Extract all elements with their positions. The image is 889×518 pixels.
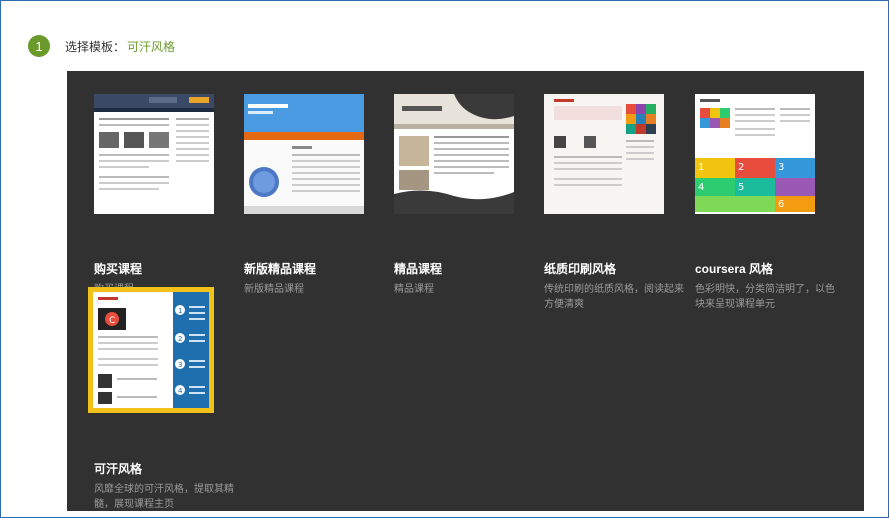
- template-title[interactable]: 精品课程: [394, 260, 442, 277]
- template-thumbnail[interactable]: C 1 2 3 4: [93, 292, 209, 408]
- template-description: 风靡全球的可汗风格，提取其精髓，展现课程主页: [94, 484, 234, 510]
- svg-text:6: 6: [778, 199, 784, 210]
- template-thumbnail[interactable]: [544, 94, 664, 214]
- svg-text:3: 3: [178, 361, 182, 369]
- template-description: 传统印刷的纸质风格，阅读起来方便清爽: [544, 284, 684, 310]
- step-label: 选择模板：: [65, 39, 126, 54]
- template-description: 色彩明快，分类简洁明了，以色块来呈现课程单元: [695, 284, 835, 310]
- svg-text:5: 5: [738, 182, 744, 193]
- svg-text:1: 1: [698, 162, 704, 173]
- svg-text:C: C: [109, 316, 115, 326]
- template-title[interactable]: 新版精品课程: [244, 260, 316, 277]
- template-thumbnail[interactable]: [394, 94, 514, 214]
- svg-text:2: 2: [178, 335, 182, 343]
- svg-text:2: 2: [738, 162, 744, 173]
- step-number-badge: 1: [28, 35, 50, 57]
- template-selection-panel: 1 选择模板： 可汗风格 购买课程 购买课程 新版精品课程 新版精品课程 精品课…: [0, 0, 889, 518]
- template-description: 精品课程: [394, 284, 434, 295]
- template-thumbnail[interactable]: [244, 94, 364, 214]
- template-description: 新版精品课程: [244, 284, 304, 295]
- svg-text:4: 4: [178, 387, 183, 395]
- step-header: 1 选择模板： 可汗风格: [28, 35, 175, 57]
- selected-template-name: 可汗风格: [127, 39, 176, 54]
- template-thumbnail[interactable]: [94, 94, 214, 214]
- template-gallery: 购买课程 购买课程 新版精品课程 新版精品课程 精品课程 精品课程 纸质印刷风格…: [67, 71, 864, 511]
- template-title[interactable]: 纸质印刷风格: [544, 260, 616, 277]
- svg-text:1: 1: [178, 307, 182, 315]
- svg-text:3: 3: [778, 162, 784, 173]
- template-title[interactable]: 购买课程: [94, 260, 142, 277]
- template-title[interactable]: 可汗风格: [94, 460, 142, 477]
- template-title[interactable]: coursera 风格: [695, 260, 773, 277]
- template-thumbnail[interactable]: 1 2 3 4 5 6: [695, 94, 815, 214]
- svg-text:4: 4: [698, 182, 704, 193]
